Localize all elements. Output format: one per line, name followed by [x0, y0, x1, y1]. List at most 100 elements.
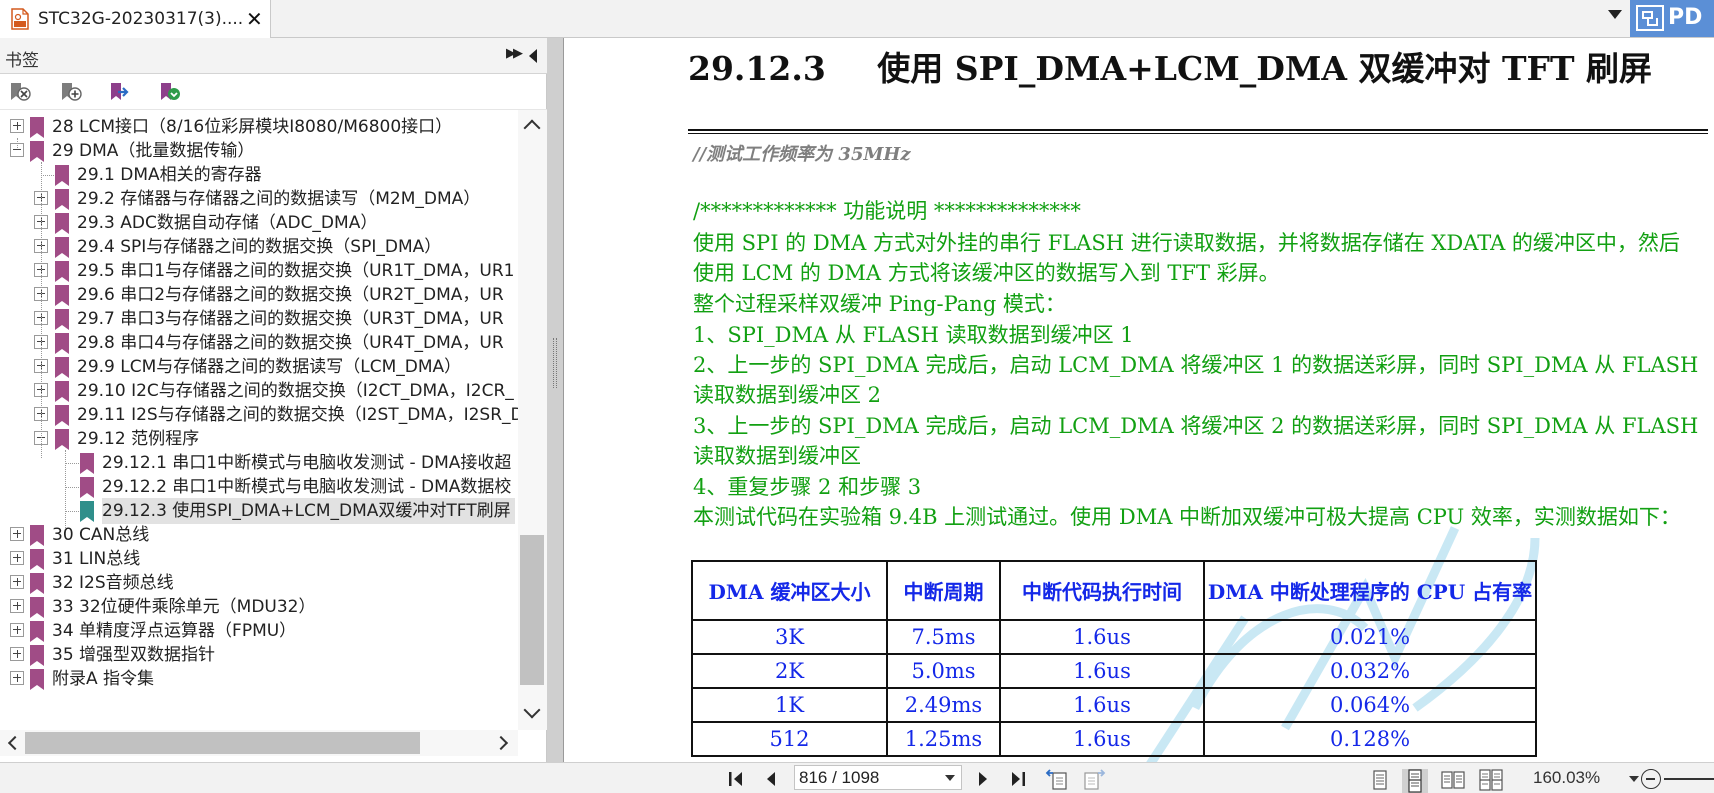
- page-dropdown-icon[interactable]: [945, 775, 955, 781]
- scroll-up-icon[interactable]: [523, 119, 541, 137]
- bookmark-item[interactable]: 29.1 DMA相关的寄存器: [0, 162, 518, 188]
- bookmark-label: 29.6 串口2与存储器之间的数据交换（UR2T_DMA，UR: [77, 285, 504, 305]
- bookmark-label: 29.7 串口3与存储器之间的数据交换（UR3T_DMA，UR: [77, 309, 504, 329]
- table-row: 3K 7.5ms 1.6us 0.021%: [691, 619, 1537, 655]
- bookmark-item[interactable]: 35 增强型双数据指针: [0, 642, 518, 668]
- bookmark-item[interactable]: 29.12.1 串口1中断模式与电脑收发测试 - DMA接收超: [0, 450, 518, 476]
- bookmark-icon: [55, 189, 69, 210]
- expand-node-icon[interactable]: [10, 575, 24, 589]
- expand-node-icon[interactable]: [10, 527, 24, 541]
- bookmark-item[interactable]: 28 LCM接口（8/16位彩屏模块I8080/M6800接口）: [0, 114, 518, 140]
- bookmarks-vertical-scrollbar[interactable]: [518, 110, 547, 730]
- page-number-field[interactable]: 816 / 1098: [794, 765, 962, 790]
- zoom-dropdown-icon[interactable]: [1629, 776, 1639, 782]
- table-cell: 512: [691, 721, 888, 757]
- bookmark-item[interactable]: 附录A 指令集: [0, 666, 518, 692]
- bookmark-item[interactable]: 31 LIN总线: [0, 546, 518, 572]
- bookmark-item[interactable]: 29.12.2 串口1中断模式与电脑收发测试 - DMA数据校: [0, 474, 518, 500]
- bookmarks-panel-header: 书签 ▶▶: [0, 38, 547, 74]
- history-back-icon[interactable]: [1045, 769, 1069, 791]
- first-page-icon[interactable]: [727, 769, 749, 789]
- zoom-level[interactable]: 160.03%: [1533, 768, 1600, 788]
- tab-list-dropdown-icon[interactable]: [1608, 10, 1622, 19]
- bookmark-label: 29.12.1 串口1中断模式与电脑收发测试 - DMA接收超: [102, 453, 512, 473]
- scroll-left-icon[interactable]: [7, 735, 23, 751]
- expand-panel-icon[interactable]: ▶▶: [506, 46, 523, 61]
- panel-splitter[interactable]: [547, 38, 564, 762]
- bookmark-label: 29.8 串口4与存储器之间的数据交换（UR4T_DMA，UR: [77, 333, 504, 353]
- bookmark-icon: [30, 645, 44, 666]
- bookmark-item[interactable]: 29.7 串口3与存储器之间的数据交换（UR3T_DMA，UR: [0, 306, 518, 332]
- bookmark-item[interactable]: 29.8 串口4与存储器之间的数据交换（UR4T_DMA，UR: [0, 330, 518, 356]
- bookmark-icon: [30, 117, 44, 138]
- zoom-out-icon[interactable]: [1641, 769, 1661, 789]
- expand-node-icon[interactable]: [10, 647, 24, 661]
- code-line: 2、上一步的 SPI_DMA 完成后，启动 LCM_DMA 将缓冲区 1 的数据…: [693, 353, 1699, 377]
- table-row: 1K 2.49ms 1.6us 0.064%: [691, 687, 1537, 723]
- bookmark-item[interactable]: 29.5 串口1与存储器之间的数据交换（UR1T_DMA，UR1: [0, 258, 518, 284]
- pdf-reader-window: STC32G-20230317(3).... ✕ PD 书签 ▶▶ 28 LCM…: [0, 0, 1714, 793]
- table-header-cell: 中断周期: [886, 560, 1001, 621]
- bookmark-label: 29.1 DMA相关的寄存器: [77, 165, 262, 185]
- table-header-cell: 中断代码执行时间: [999, 560, 1205, 621]
- bookmark-item[interactable]: 33 32位硬件乘除单元（MDU32）: [0, 594, 518, 620]
- bookmark-item[interactable]: 29.12 范例程序: [0, 426, 518, 452]
- app-menu-button[interactable]: PD: [1630, 0, 1714, 37]
- bookmark-icon: [80, 453, 94, 474]
- horizontal-scroll-thumb[interactable]: [25, 732, 420, 754]
- expand-node-icon[interactable]: [10, 671, 24, 685]
- scroll-down-icon[interactable]: [523, 701, 541, 719]
- expand-current-bookmark-icon[interactable]: [158, 81, 182, 103]
- bookmark-label: 29.11 I2S与存储器之间的数据交换（I2ST_DMA，I2SR_D: [77, 405, 518, 425]
- bookmark-item[interactable]: 29.9 LCM与存储器之间的数据读写（LCM_DMA）: [0, 354, 518, 380]
- bookmark-label: 29.3 ADC数据自动存储（ADC_DMA）: [77, 213, 378, 233]
- zoom-slider[interactable]: [1664, 778, 1714, 780]
- expand-node-icon[interactable]: [10, 599, 24, 613]
- add-bookmark-icon[interactable]: [59, 81, 83, 103]
- go-to-bookmark-icon[interactable]: [108, 81, 132, 103]
- bookmark-item[interactable]: 29.11 I2S与存储器之间的数据交换（I2ST_DMA，I2SR_D: [0, 402, 518, 428]
- bookmark-item[interactable]: 32 I2S音频总线: [0, 570, 518, 596]
- splitter-grip[interactable]: [553, 338, 557, 388]
- table-header-cell: DMA 中断处理程序的 CPU 占有率: [1203, 560, 1537, 621]
- next-page-icon[interactable]: [975, 769, 991, 789]
- app-menu-label: PD: [1668, 5, 1703, 30]
- code-comment: //测试工作频率为 35MHz: [693, 144, 911, 165]
- tree-guide-line: [17, 138, 18, 148]
- expand-node-icon[interactable]: [10, 551, 24, 565]
- document-tab[interactable]: STC32G-20230317(3).... ✕: [0, 0, 271, 38]
- collapse-panel-icon[interactable]: [529, 49, 537, 63]
- continuous-facing-view-icon[interactable]: [1479, 769, 1503, 791]
- bookmark-item[interactable]: 29.12.3 使用SPI_DMA+LCM_DMA双缓冲对TFT刷屏: [0, 498, 518, 524]
- bookmark-item[interactable]: 29.4 SPI与存储器之间的数据交换（SPI_DMA）: [0, 234, 518, 260]
- bookmark-icon: [55, 237, 69, 258]
- heading-rule: [688, 129, 1708, 131]
- close-tab-icon[interactable]: ✕: [246, 7, 263, 31]
- bookmark-item[interactable]: 29.10 I2C与存储器之间的数据交换（I2CT_DMA，I2CR_: [0, 378, 518, 404]
- bookmark-icon: [55, 285, 69, 306]
- last-page-icon[interactable]: [1005, 769, 1027, 789]
- bookmark-item[interactable]: 29.3 ADC数据自动存储（ADC_DMA）: [0, 210, 518, 236]
- continuous-view-icon[interactable]: [1402, 769, 1428, 793]
- bookmark-label: 30 CAN总线: [52, 525, 150, 545]
- bookmark-item[interactable]: 29.6 串口2与存储器之间的数据交换（UR2T_DMA，UR: [0, 282, 518, 308]
- code-line: 读取数据到缓冲区 2: [693, 383, 882, 407]
- vertical-scroll-thumb[interactable]: [520, 535, 544, 685]
- bookmark-label: 35 增强型双数据指针: [52, 645, 216, 665]
- single-page-view-icon[interactable]: [1370, 769, 1390, 791]
- bookmark-item[interactable]: 29.2 存储器与存储器之间的数据读写（M2M_DMA）: [0, 186, 518, 212]
- bookmark-label: 31 LIN总线: [52, 549, 141, 569]
- bookmark-item[interactable]: 34 单精度浮点运算器（FPMU）: [0, 618, 518, 644]
- previous-page-icon[interactable]: [763, 769, 779, 789]
- delete-bookmark-icon[interactable]: [8, 81, 32, 103]
- facing-pages-view-icon[interactable]: [1441, 769, 1465, 791]
- bookmarks-horizontal-scrollbar[interactable]: [0, 730, 518, 756]
- document-page: 29.12.3 使用 SPI_DMA+LCM_DMA 双缓冲对 TFT 刷屏 /…: [565, 38, 1714, 762]
- history-forward-icon[interactable]: [1082, 769, 1106, 791]
- expand-node-icon[interactable]: [10, 119, 24, 133]
- bookmark-item[interactable]: 29 DMA（批量数据传输）: [0, 138, 518, 164]
- scroll-right-icon[interactable]: [493, 735, 509, 751]
- bookmark-label: 29.2 存储器与存储器之间的数据读写（M2M_DMA）: [77, 189, 481, 209]
- bookmark-item[interactable]: 30 CAN总线: [0, 522, 518, 548]
- expand-node-icon[interactable]: [10, 623, 24, 637]
